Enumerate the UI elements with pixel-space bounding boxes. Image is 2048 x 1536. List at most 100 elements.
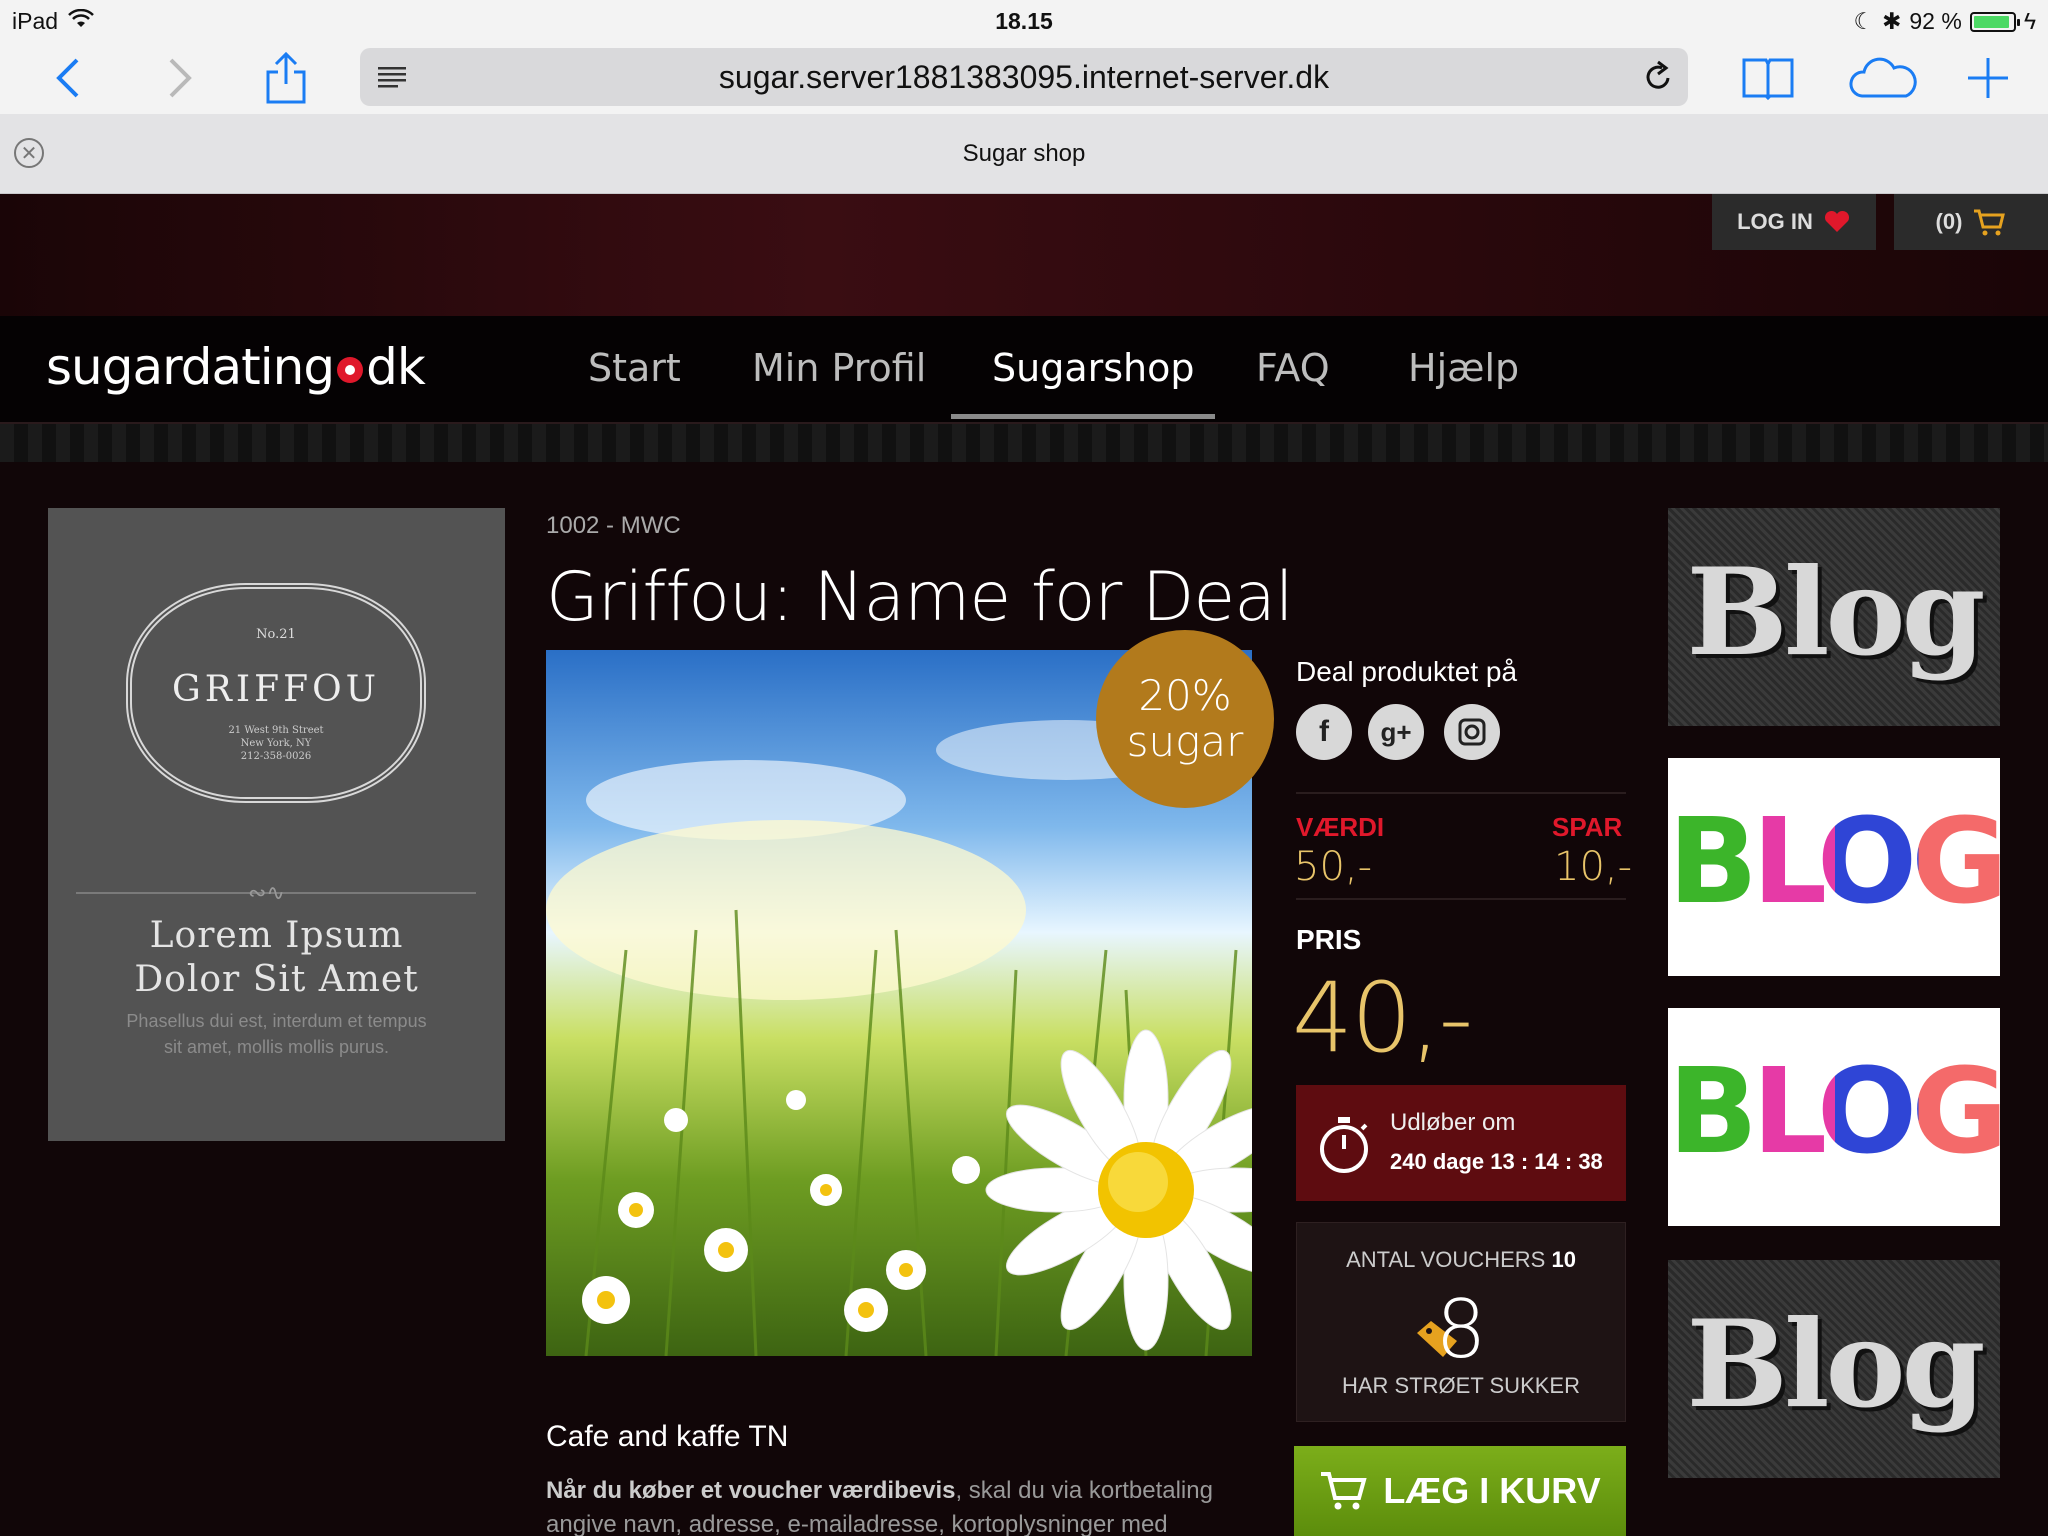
ad-headline: Lorem Ipsum Dolor Sit Amet (48, 914, 505, 1002)
price-label: PRIS (1296, 924, 1362, 955)
nav-faq[interactable]: FAQ (1256, 346, 1330, 390)
value-label: VÆRDI (1296, 812, 1385, 842)
save-amount: 10,- (1554, 844, 1633, 890)
vouchers-subtext: HAR STRØET SUKKER (1342, 1373, 1580, 1398)
reload-icon[interactable] (1642, 60, 1674, 102)
blog-banner-text: BLOG (1668, 1042, 2000, 1180)
blog-banner-3[interactable]: BLOG (1668, 1008, 2000, 1226)
share-button[interactable] (258, 50, 314, 106)
description-title: Cafe and kaffe TN (546, 1420, 789, 1453)
ad-subtext-line: sit amet, mollis mollis purus. (163, 1037, 390, 1057)
main-nav: sugardating dk Start Min Profil Sugarsho… (0, 316, 2048, 422)
tab-title[interactable]: Sugar shop (0, 140, 2048, 168)
login-label: LOG IN (1737, 209, 1813, 234)
vouchers-heading: ANTAL VOUCHERS 10 (1297, 1247, 1625, 1273)
ad-address: 21 West 9th Street New York, NY 212-358-… (132, 724, 420, 763)
ad-subtext-line: Phasellus dui est, interdum et tempus (126, 1011, 427, 1031)
plus-icon (1968, 58, 2008, 98)
reader-icon[interactable] (376, 62, 408, 99)
cart-icon (1321, 1472, 1367, 1510)
ad-number: No.21 (256, 627, 296, 642)
icloud-tabs-button[interactable] (1848, 50, 1918, 106)
description-bold: Når du køber et voucher værdibevis (546, 1477, 956, 1504)
status-bar: iPad 18.15 ☾ ✱ 92 % ϟ (0, 0, 2048, 42)
bluetooth-icon: ✱ (1882, 8, 1902, 34)
stopwatch-icon (1316, 1115, 1372, 1180)
nav-hjaelp[interactable]: Hjælp (1408, 346, 1519, 390)
badge-percent: 20% (1138, 671, 1232, 720)
forward-button[interactable] (152, 50, 208, 106)
share-icon (266, 52, 306, 104)
swirl-ornament-icon: ∾∿ (248, 880, 285, 905)
nav-start[interactable]: Start (588, 346, 681, 390)
griffou-ad[interactable]: No.21 GRIFFOU 21 West 9th Street New Yor… (48, 508, 505, 1141)
price-separator (1296, 898, 1626, 900)
description-text: Når du køber et voucher værdibevis, skal… (546, 1474, 1252, 1536)
status-time: 18.15 (995, 8, 1053, 34)
heart-icon (1824, 210, 1849, 232)
new-tab-button[interactable] (1960, 50, 2016, 106)
battery-percent: 92 % (1909, 8, 1962, 34)
blog-banner-text: Blog (1686, 542, 1986, 683)
expiry-label: Udløber om (1390, 1109, 1516, 1136)
charging-icon: ϟ (2023, 8, 2036, 34)
price-amount: 40,- (1292, 962, 1473, 1074)
save-label: SPAR (1552, 812, 1623, 842)
expiry-box: Udløber om 240 dage 13 : 14 : 38 (1296, 1085, 1626, 1201)
ad-subtext: Phasellus dui est, interdum et tempus si… (48, 1008, 505, 1060)
sugar-discount-badge: 20% sugar (1096, 630, 1274, 808)
add-to-cart-label: LÆG I KURV (1383, 1470, 1601, 1511)
ad-address-line: 21 West 9th Street (228, 725, 324, 736)
blog-banner-word: BLOG (1668, 792, 2000, 930)
blog-banner-text: Blog (1686, 1294, 1986, 1435)
facebook-icon[interactable]: f (1296, 704, 1352, 760)
product-title: Griffou: Name for Deal (546, 558, 1294, 637)
logo-suffix: dk (366, 338, 426, 396)
logo-text: sugardating (46, 338, 335, 396)
price-separator (1296, 792, 1626, 794)
ad-headline-line: Lorem Ipsum (149, 915, 404, 956)
logo-heart-icon (337, 357, 364, 383)
site-header-banner: LOG IN (0) (0, 194, 2048, 316)
chevron-right-icon (169, 58, 192, 98)
book-icon (1742, 58, 1794, 100)
ad-address-line: 212-358-0026 (240, 751, 312, 762)
tab-bar: ✕ Sugar shop (0, 114, 2048, 194)
status-right: ☾ ✱ 92 % ϟ (1853, 8, 2036, 35)
header-cart-button[interactable]: (0) (1894, 194, 2048, 250)
ad-headline-line: Dolor Sit Amet (134, 959, 419, 1000)
address-bar[interactable]: sugar.server1881383095.internet-server.d… (360, 48, 1688, 106)
blog-banner-text: BLOG (1668, 792, 2000, 930)
site-logo[interactable]: sugardating dk (46, 338, 426, 396)
moon-icon: ☾ (1853, 8, 1875, 34)
nav-min-profil[interactable]: Min Profil (752, 346, 926, 390)
bookmarks-button[interactable] (1740, 50, 1796, 106)
cart-count: (0) (1935, 209, 1963, 234)
value-amount: 50,- (1294, 844, 1373, 890)
blog-banner-2[interactable]: BLOG (1668, 758, 2000, 976)
add-to-cart-button[interactable]: LÆG I KURV (1294, 1446, 1626, 1536)
blog-banner-4[interactable]: Blog (1668, 1260, 2000, 1478)
ad-brand: GRIFFOU (172, 669, 380, 710)
instagram-icon[interactable] (1444, 704, 1500, 760)
ornamental-frame: No.21 GRIFFOU 21 West 9th Street New Yor… (126, 583, 426, 803)
blog-banner-word: BLOG (1668, 1042, 2000, 1180)
battery-icon (1969, 11, 2020, 32)
blog-banner-1[interactable]: Blog (1668, 508, 2000, 726)
cart-icon (1974, 209, 2006, 236)
ad-address-line: New York, NY (240, 738, 312, 749)
share-deal-label: Deal produktet på (1296, 656, 1518, 687)
badge-word: sugar (1126, 717, 1244, 766)
decorative-stitch-strip (0, 422, 2048, 462)
nav-sugarshop[interactable]: Sugarshop (992, 346, 1195, 390)
vouchers-total: 10 (1551, 1247, 1576, 1272)
nav-active-indicator (951, 414, 1215, 419)
chevron-left-icon (56, 58, 79, 98)
cloud-icon (1849, 57, 1917, 98)
vouchers-count: 8 (1435, 1283, 1487, 1376)
expiry-countdown: 240 dage 13 : 14 : 38 (1390, 1149, 1603, 1174)
back-button[interactable] (40, 50, 96, 106)
google-plus-icon[interactable]: g+ (1368, 704, 1424, 760)
url-text: sugar.server1881383095.internet-server.d… (718, 58, 1330, 95)
login-button[interactable]: LOG IN (1712, 194, 1876, 250)
